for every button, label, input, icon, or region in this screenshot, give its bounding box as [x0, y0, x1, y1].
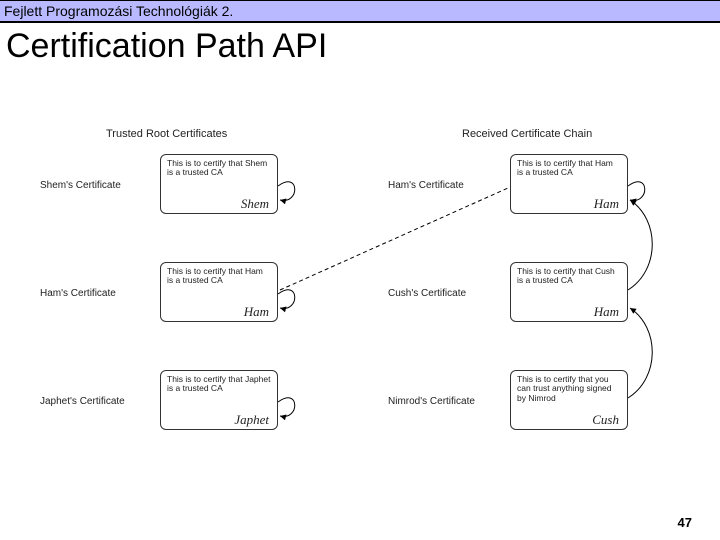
cert-nimrod: This is to certify that you can trust an…	[510, 370, 628, 430]
arrow-ham-equivalence-icon	[280, 188, 508, 290]
column-header-right: Received Certificate Chain	[462, 128, 592, 140]
cert-japhet-text: This is to certify that Japhet is a trus…	[167, 374, 270, 393]
cert-ham-left-text: This is to certify that Ham is a trusted…	[167, 266, 263, 285]
arrow-ham-right-self-icon	[628, 182, 645, 201]
cert-nimrod-text: This is to certify that you can trust an…	[517, 374, 612, 403]
cert-shem-text: This is to certify that Shem is a truste…	[167, 158, 267, 177]
slide-title: Certification Path API	[0, 23, 720, 68]
diagram-area: Trusted Root Certificates Received Certi…	[0, 100, 720, 510]
cert-ham-right-text: This is to certify that Ham is a trusted…	[517, 158, 613, 177]
cert-cush-sig: Ham	[594, 305, 619, 319]
slide-number: 47	[678, 515, 692, 530]
label-ham-cert: Ham's Certificate	[40, 288, 140, 299]
label-japhet-cert: Japhet's Certificate	[40, 396, 140, 407]
column-header-left: Trusted Root Certificates	[106, 128, 227, 140]
cert-shem: This is to certify that Shem is a truste…	[160, 154, 278, 214]
header-bar: Fejlett Programozási Technológiák 2.	[0, 0, 720, 23]
label-shem-cert: Shem's Certificate	[40, 180, 140, 191]
cert-ham-right: This is to certify that Ham is a trusted…	[510, 154, 628, 214]
arrow-nimrod-to-cush-icon	[628, 308, 652, 398]
cert-ham-right-sig: Ham	[594, 197, 619, 211]
cert-cush-text: This is to certify that Cush is a truste…	[517, 266, 615, 285]
arrow-shem-self-icon	[278, 182, 295, 201]
arrow-japhet-self-icon	[278, 398, 295, 417]
cert-japhet: This is to certify that Japhet is a trus…	[160, 370, 278, 430]
label-ham-cert-right: Ham's Certificate	[388, 180, 488, 191]
cert-nimrod-sig: Cush	[592, 413, 619, 427]
cert-ham-left-sig: Ham	[244, 305, 269, 319]
cert-japhet-sig: Japhet	[234, 413, 269, 427]
arrow-ham-left-self-icon	[278, 290, 295, 309]
cert-ham-left: This is to certify that Ham is a trusted…	[160, 262, 278, 322]
cert-shem-sig: Shem	[241, 197, 269, 211]
arrow-cush-to-ham-icon	[628, 200, 652, 290]
label-nimrod-cert: Nimrod's Certificate	[388, 396, 488, 407]
course-name: Fejlett Programozási Technológiák 2.	[4, 3, 233, 19]
cert-cush: This is to certify that Cush is a truste…	[510, 262, 628, 322]
label-cush-cert: Cush's Certificate	[388, 288, 488, 299]
